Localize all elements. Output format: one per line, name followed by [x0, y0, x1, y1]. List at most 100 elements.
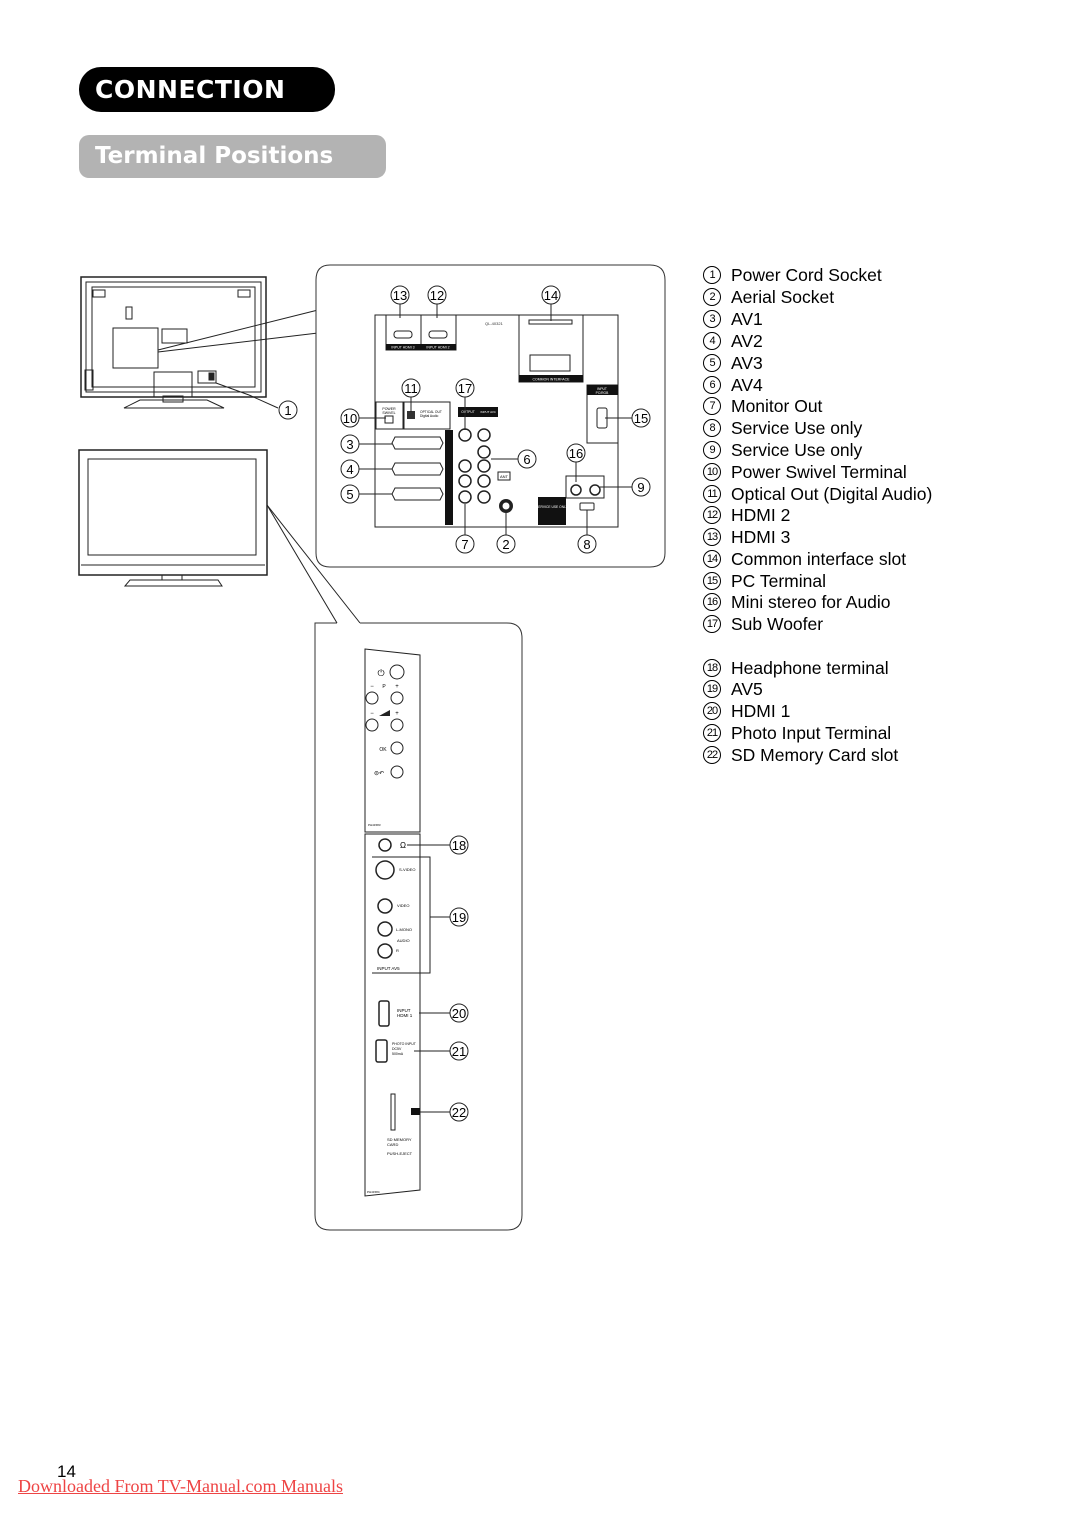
service-label: SERVICE USE ONLY — [536, 505, 569, 509]
callout-14-label: 14 — [544, 288, 558, 303]
legend-item: 2 Aerial Socket — [703, 286, 834, 308]
callout-6-label: 6 — [523, 452, 530, 467]
menu-return-icon: ⊜↶ — [374, 770, 384, 777]
hdmi1-label-2: HDMI 1 — [397, 1013, 413, 1018]
callout-19: 19 — [449, 907, 469, 927]
photo-label-1: PHOTO INPUT — [392, 1042, 417, 1046]
legend-label: Power Cord Socket — [731, 265, 882, 285]
legend-label: Service Use only — [731, 418, 863, 438]
callout-8-label: 8 — [583, 537, 590, 552]
callout-10: 10 — [340, 408, 360, 428]
callout-5: 5 — [340, 484, 360, 504]
legend-number: 17 — [703, 614, 721, 633]
legend-label: Optical Out (Digital Audio) — [731, 484, 933, 504]
legend-item: 7 Monitor Out — [703, 395, 822, 417]
pc-label-2: PC/RGB — [596, 391, 609, 395]
legend-item: 1 Power Cord Socket — [703, 264, 882, 286]
legend-label: Power Swivel Terminal — [731, 462, 907, 482]
callout-10-label: 10 — [343, 411, 357, 426]
legend-label: HDMI 2 — [731, 505, 791, 525]
legend-label: Photo Input Terminal — [731, 723, 892, 743]
legend-item: 11 Optical Out (Digital Audio) — [703, 483, 932, 505]
legend-item: 19 AV5 — [703, 678, 763, 700]
callout-11-label: 11 — [404, 381, 418, 396]
ok-label: OK — [379, 747, 387, 753]
callout-15: 15 — [631, 408, 651, 428]
legend-item: 17 Sub Woofer — [703, 613, 823, 635]
legend-item: 9 Service Use only — [703, 439, 862, 461]
legend-item: 20 HDMI 1 — [703, 700, 790, 722]
legend-number: 9 — [703, 440, 721, 459]
callout-11: 11 — [401, 378, 421, 398]
legend-label: AV4 — [731, 375, 763, 395]
callout-16-label: 16 — [569, 446, 583, 461]
legend-number: 1 — [703, 265, 721, 284]
legend-label: Service Use only — [731, 440, 863, 460]
video-label: VIDEO — [397, 903, 409, 908]
input-av5-label: INPUT AV5 — [377, 966, 400, 971]
legend-item: 12 HDMI 2 — [703, 504, 790, 526]
source-link[interactable]: Downloaded From TV-Manual.com Manuals — [18, 1476, 343, 1497]
callout-20-label: 20 — [452, 1006, 466, 1021]
legend-number: 2 — [703, 287, 721, 306]
legend-label: Common interface slot — [731, 549, 907, 569]
legend-number: 13 — [703, 527, 721, 546]
callout-1-label: 1 — [284, 403, 291, 418]
legend-item: 15 PC Terminal — [703, 570, 826, 592]
legend-item: 10 Power Swivel Terminal — [703, 461, 907, 483]
legend-number: 7 — [703, 396, 721, 415]
legend-item: 16 Mini stereo for Audio — [703, 591, 891, 613]
callout-18: 18 — [449, 835, 469, 855]
legend-label: HDMI 1 — [731, 701, 791, 721]
callout-1: 1 — [278, 400, 298, 420]
photo-label-2: DC5V — [392, 1047, 402, 1051]
callout-13: 13 — [390, 285, 410, 305]
legend-number: 14 — [703, 549, 721, 568]
callout-7-label: 7 — [461, 537, 468, 552]
callout-9-label: 9 — [637, 480, 644, 495]
legend-item: 3 AV1 — [703, 308, 763, 330]
legend-number: 21 — [703, 723, 721, 742]
callout-8: 8 — [577, 534, 597, 554]
legend-number: 12 — [703, 505, 721, 524]
headphone-icon: Ω — [400, 841, 406, 850]
legend-label: Aerial Socket — [731, 287, 835, 307]
terminal-diagram: 1 INPUT HDMI 3 INPUT HDMI 2 QL-40321 COM — [78, 264, 666, 1231]
callout-12-label: 12 — [430, 288, 444, 303]
callout-14: 14 — [541, 285, 561, 305]
legend-number: 8 — [703, 418, 721, 437]
legend-number: 15 — [703, 571, 721, 590]
callout-3-label: 3 — [346, 437, 353, 452]
legend-number: 11 — [703, 484, 721, 503]
optical-label-2: Digital Audio — [420, 414, 438, 418]
panel-code-top: PH41583 — [368, 823, 381, 827]
callout-22: 22 — [449, 1102, 469, 1122]
callout-17: 17 — [455, 378, 475, 398]
legend-number: 3 — [703, 309, 721, 328]
tv-rear-view — [80, 276, 279, 409]
legend-item: 18 Headphone terminal — [703, 657, 889, 679]
legend-number: 6 — [703, 375, 721, 394]
callout-2: 2 — [496, 534, 516, 554]
callout-16: 16 — [566, 443, 586, 463]
callout-9: 9 — [631, 477, 651, 497]
legend-item: 4 AV2 — [703, 330, 763, 352]
legend-label: AV3 — [731, 353, 763, 373]
legend-label: SD Memory Card slot — [731, 745, 899, 765]
callout-20: 20 — [449, 1003, 469, 1023]
hdmi2-label: INPUT HDMI 2 — [426, 346, 449, 350]
output-label: OUTPUT — [461, 410, 475, 414]
legend-number: 18 — [703, 658, 721, 677]
callout-19-label: 19 — [452, 910, 466, 925]
callout-2-label: 2 — [502, 537, 509, 552]
minus-icon: − — [370, 711, 374, 717]
legend-item: 5 AV3 — [703, 352, 763, 374]
legend-item: 21 Photo Input Terminal — [703, 722, 891, 744]
input-av4-label: INPUT AV4 — [480, 410, 495, 414]
photo-label-3: 500mA — [392, 1052, 404, 1056]
legend-item: 22 SD Memory Card slot — [703, 744, 898, 766]
callout-5-label: 5 — [346, 487, 353, 502]
legend-label: Headphone terminal — [731, 658, 889, 678]
callout-7: 7 — [455, 534, 475, 554]
legend-item: 8 Service Use only — [703, 417, 862, 439]
